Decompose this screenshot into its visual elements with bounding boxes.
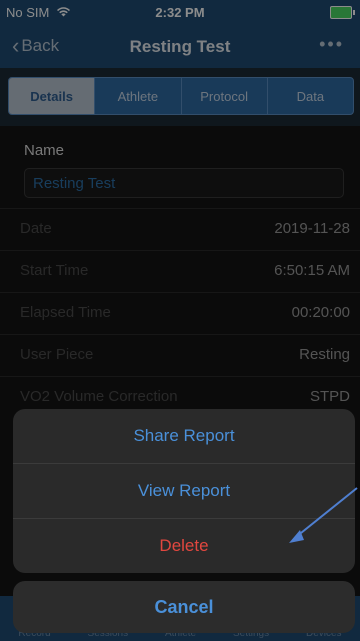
arrow-pointer-icon <box>289 487 358 543</box>
